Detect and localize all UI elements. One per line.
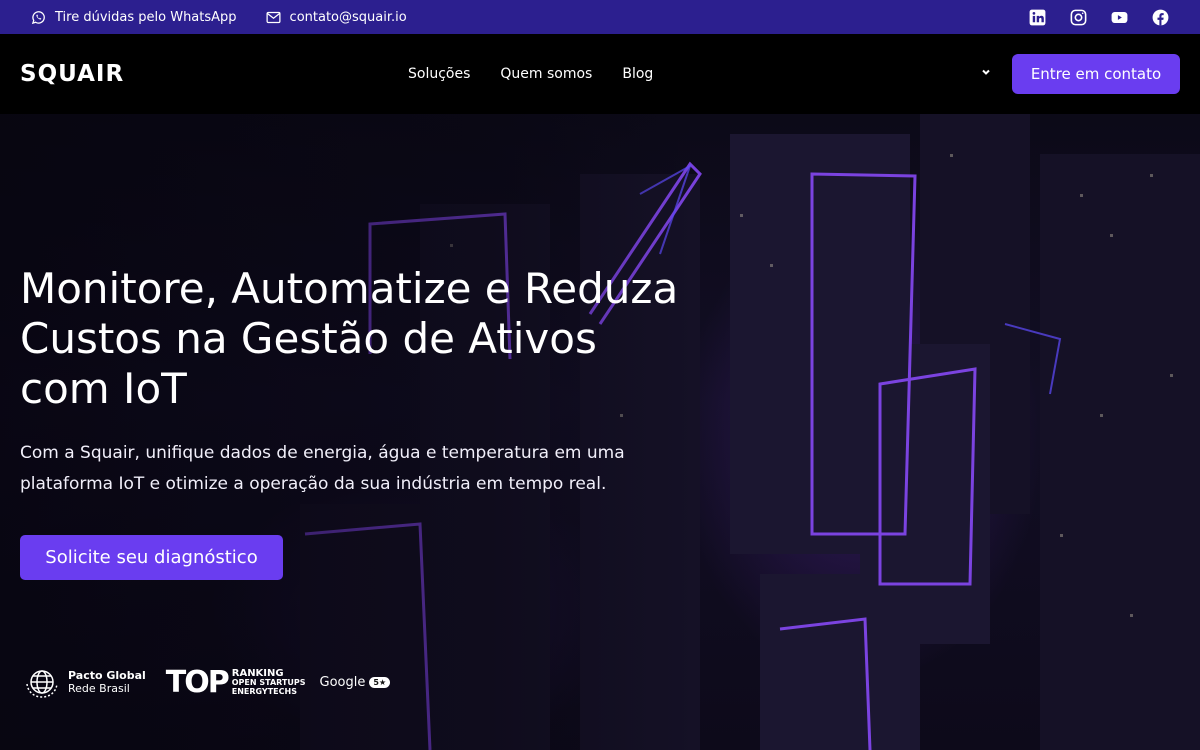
whatsapp-link[interactable]: Tire dúvidas pelo WhatsApp bbox=[30, 9, 237, 26]
rating-pill: 5★ bbox=[369, 676, 391, 688]
facebook-link[interactable] bbox=[1151, 8, 1170, 27]
top-100-badge: TOP RANKING OPEN STARTUPS ENERGYTECHS bbox=[166, 665, 306, 700]
social-links bbox=[1028, 8, 1170, 27]
logo[interactable]: SQUAIR bbox=[20, 61, 124, 87]
google-label: Google bbox=[319, 674, 366, 690]
youtube-link[interactable] bbox=[1110, 8, 1129, 27]
main-navbar: SQUAIR Soluções Quem somos Blog Entre em… bbox=[0, 34, 1200, 114]
nav-links: Soluções Quem somos Blog bbox=[408, 66, 653, 82]
un-globe-icon bbox=[26, 670, 58, 698]
google-rating-badge: Google 5★ bbox=[320, 675, 391, 690]
nav-link-solucoes[interactable]: Soluções bbox=[408, 66, 470, 82]
diagnostic-button[interactable]: Solicite seu diagnóstico bbox=[20, 535, 283, 580]
pacto-title: Pacto Global bbox=[68, 669, 146, 682]
whatsapp-text: Tire dúvidas pelo WhatsApp bbox=[55, 9, 237, 25]
top-logo: TOP bbox=[165, 664, 230, 700]
linkedin-link[interactable] bbox=[1028, 8, 1047, 27]
pacto-global-badge: Pacto Global Rede Brasil bbox=[22, 662, 146, 702]
hero-subtitle: Com a Squair, unifique dados de energia,… bbox=[20, 443, 625, 494]
hero-overlay bbox=[0, 114, 700, 750]
ranking-label: RANKING bbox=[231, 667, 284, 679]
pacto-subtitle: Rede Brasil bbox=[68, 682, 130, 695]
ranking-category: ENERGYTECHS bbox=[231, 686, 297, 696]
email-text: contato@squair.io bbox=[289, 9, 407, 25]
top-bar: Tire dúvidas pelo WhatsApp contato@squai… bbox=[0, 0, 1200, 34]
nav-link-blog[interactable]: Blog bbox=[622, 66, 653, 82]
hero-title: Monitore, Automatize e Reduza Custos na … bbox=[20, 264, 679, 413]
hero-section: Monitore, Automatize e Reduza Custos na … bbox=[0, 114, 1200, 750]
nav-link-quem-somos[interactable]: Quem somos bbox=[500, 66, 592, 82]
ranking-sub: OPEN STARTUPS bbox=[231, 677, 306, 687]
instagram-icon bbox=[1070, 9, 1087, 25]
linkedin-icon bbox=[1029, 9, 1046, 25]
email-link[interactable]: contato@squair.io bbox=[265, 9, 407, 26]
mail-icon bbox=[266, 11, 281, 23]
facebook-icon bbox=[1152, 9, 1169, 25]
badges-row: Pacto Global Rede Brasil TOP RANKING OPE… bbox=[22, 662, 391, 702]
contact-button[interactable]: Entre em contato bbox=[1012, 54, 1180, 94]
instagram-link[interactable] bbox=[1069, 8, 1088, 27]
whatsapp-icon bbox=[31, 10, 45, 24]
chevron-down-icon[interactable] bbox=[980, 66, 992, 78]
youtube-icon bbox=[1111, 11, 1128, 23]
